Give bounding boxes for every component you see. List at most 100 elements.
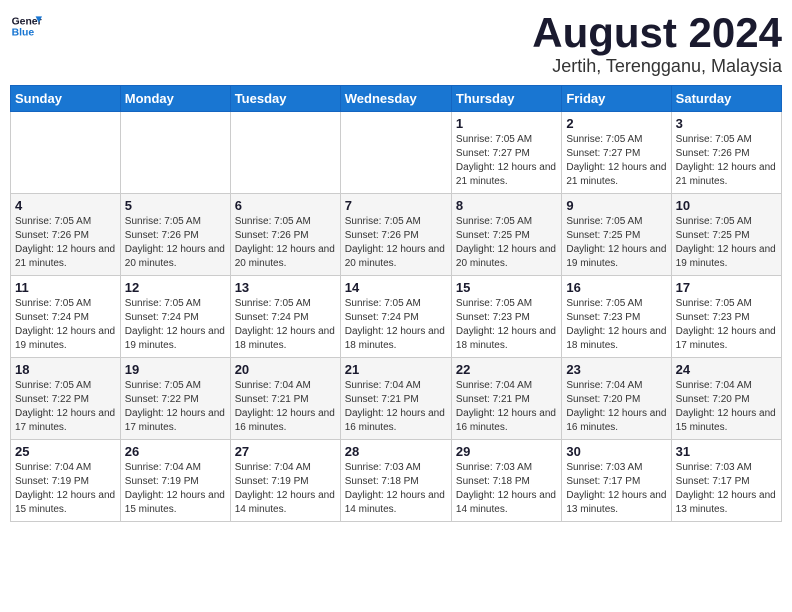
- calendar-header-row: SundayMondayTuesdayWednesdayThursdayFrid…: [11, 86, 782, 112]
- day-number: 27: [235, 444, 336, 459]
- calendar-cell: 8 Sunrise: 7:05 AM Sunset: 7:25 PM Daylig…: [451, 194, 561, 276]
- calendar-cell: 11 Sunrise: 7:05 AM Sunset: 7:24 PM Dayli…: [11, 276, 121, 358]
- day-number: 16: [566, 280, 666, 295]
- calendar-cell: 1 Sunrise: 7:05 AM Sunset: 7:27 PM Daylig…: [451, 112, 561, 194]
- calendar-table: SundayMondayTuesdayWednesdayThursdayFrid…: [10, 85, 782, 522]
- day-info: Sunrise: 7:03 AM Sunset: 7:18 PM Dayligh…: [456, 461, 557, 517]
- day-number: 28: [345, 444, 447, 459]
- calendar-cell: 29 Sunrise: 7:03 AM Sunset: 7:18 PM Dayli…: [451, 440, 561, 522]
- week-row-3: 11 Sunrise: 7:05 AM Sunset: 7:24 PM Dayli…: [11, 276, 782, 358]
- calendar-cell: 18 Sunrise: 7:05 AM Sunset: 7:22 PM Dayli…: [11, 358, 121, 440]
- day-info: Sunrise: 7:05 AM Sunset: 7:26 PM Dayligh…: [235, 215, 336, 271]
- day-info: Sunrise: 7:05 AM Sunset: 7:22 PM Dayligh…: [125, 379, 226, 435]
- calendar-cell: 9Sunrise: 7:05 AM Sunset: 7:25 PM Daylig…: [562, 194, 671, 276]
- day-number: 31: [676, 444, 777, 459]
- day-number: 7: [345, 198, 447, 213]
- day-info: Sunrise: 7:04 AM Sunset: 7:21 PM Dayligh…: [235, 379, 336, 435]
- day-info: Sunrise: 7:05 AM Sunset: 7:23 PM Dayligh…: [676, 297, 777, 353]
- calendar-cell: 15Sunrise: 7:05 AM Sunset: 7:23 PM Dayli…: [451, 276, 561, 358]
- day-number: 10: [676, 198, 777, 213]
- day-info: Sunrise: 7:05 AM Sunset: 7:23 PM Dayligh…: [566, 297, 666, 353]
- day-number: 23: [566, 362, 666, 377]
- day-number: 13: [235, 280, 336, 295]
- day-number: 6: [235, 198, 336, 213]
- day-info: Sunrise: 7:04 AM Sunset: 7:19 PM Dayligh…: [125, 461, 226, 517]
- day-number: 14: [345, 280, 447, 295]
- calendar-cell: 2 Sunrise: 7:05 AM Sunset: 7:27 PM Daylig…: [562, 112, 671, 194]
- calendar-cell: [230, 112, 340, 194]
- day-number: 3: [676, 116, 777, 131]
- week-row-5: 25 Sunrise: 7:04 AM Sunset: 7:19 PM Dayli…: [11, 440, 782, 522]
- calendar-cell: 5 Sunrise: 7:05 AM Sunset: 7:26 PM Daylig…: [120, 194, 230, 276]
- calendar-cell: [340, 112, 451, 194]
- day-info: Sunrise: 7:05 AM Sunset: 7:26 PM Dayligh…: [676, 133, 777, 189]
- day-info: Sunrise: 7:05 AM Sunset: 7:25 PM Dayligh…: [456, 215, 557, 271]
- day-number: 1: [456, 116, 557, 131]
- day-info: Sunrise: 7:05 AM Sunset: 7:27 PM Dayligh…: [456, 133, 557, 189]
- calendar-cell: 25 Sunrise: 7:04 AM Sunset: 7:19 PM Dayli…: [11, 440, 121, 522]
- day-info: Sunrise: 7:05 AM Sunset: 7:24 PM Dayligh…: [235, 297, 336, 353]
- calendar-cell: 28 Sunrise: 7:03 AM Sunset: 7:18 PM Dayli…: [340, 440, 451, 522]
- page-header: General Blue August 2024 Jertih, Terengg…: [10, 10, 782, 77]
- calendar-cell: 20 Sunrise: 7:04 AM Sunset: 7:21 PM Dayli…: [230, 358, 340, 440]
- day-number: 4: [15, 198, 116, 213]
- title-block: August 2024 Jertih, Terengganu, Malaysia: [532, 10, 782, 77]
- day-info: Sunrise: 7:05 AM Sunset: 7:27 PM Dayligh…: [566, 133, 666, 189]
- day-header-tuesday: Tuesday: [230, 86, 340, 112]
- day-number: 22: [456, 362, 557, 377]
- day-info: Sunrise: 7:04 AM Sunset: 7:21 PM Dayligh…: [456, 379, 557, 435]
- calendar-cell: 4Sunrise: 7:05 AM Sunset: 7:26 PM Daylig…: [11, 194, 121, 276]
- day-number: 29: [456, 444, 557, 459]
- day-header-sunday: Sunday: [11, 86, 121, 112]
- logo: General Blue: [10, 10, 46, 42]
- calendar-cell: 26 Sunrise: 7:04 AM Sunset: 7:19 PM Dayli…: [120, 440, 230, 522]
- day-number: 2: [566, 116, 666, 131]
- calendar-cell: 7 Sunrise: 7:05 AM Sunset: 7:26 PM Daylig…: [340, 194, 451, 276]
- day-info: Sunrise: 7:04 AM Sunset: 7:19 PM Dayligh…: [15, 461, 116, 517]
- day-info: Sunrise: 7:05 AM Sunset: 7:24 PM Dayligh…: [15, 297, 116, 353]
- calendar-cell: 3 Sunrise: 7:05 AM Sunset: 7:26 PM Daylig…: [671, 112, 781, 194]
- logo-icon: General Blue: [10, 10, 42, 42]
- calendar-cell: [120, 112, 230, 194]
- day-info: Sunrise: 7:05 AM Sunset: 7:22 PM Dayligh…: [15, 379, 116, 435]
- week-row-2: 4 Sunrise: 7:05 AM Sunset: 7:26 PM Daylig…: [11, 194, 782, 276]
- day-number: 11: [15, 280, 116, 295]
- day-info: Sunrise: 7:05 AM Sunset: 7:24 PM Dayligh…: [345, 297, 447, 353]
- day-info: Sunrise: 7:03 AM Sunset: 7:17 PM Dayligh…: [566, 461, 666, 517]
- calendar-cell: 12Sunrise: 7:05 AM Sunset: 7:24 PM Dayli…: [120, 276, 230, 358]
- day-info: Sunrise: 7:04 AM Sunset: 7:20 PM Dayligh…: [676, 379, 777, 435]
- day-info: Sunrise: 7:04 AM Sunset: 7:20 PM Dayligh…: [566, 379, 666, 435]
- day-number: 25: [15, 444, 116, 459]
- calendar-cell: 21 Sunrise: 7:04 AM Sunset: 7:21 PM Dayli…: [340, 358, 451, 440]
- day-info: Sunrise: 7:03 AM Sunset: 7:18 PM Dayligh…: [345, 461, 447, 517]
- day-info: Sunrise: 7:04 AM Sunset: 7:19 PM Dayligh…: [235, 461, 336, 517]
- calendar-cell: 19 Sunrise: 7:05 AM Sunset: 7:22 PM Dayli…: [120, 358, 230, 440]
- day-number: 30: [566, 444, 666, 459]
- day-number: 18: [15, 362, 116, 377]
- day-info: Sunrise: 7:05 AM Sunset: 7:25 PM Dayligh…: [566, 215, 666, 271]
- week-row-1: 1 Sunrise: 7:05 AM Sunset: 7:27 PM Daylig…: [11, 112, 782, 194]
- day-header-saturday: Saturday: [671, 86, 781, 112]
- day-number: 12: [125, 280, 226, 295]
- week-row-4: 18 Sunrise: 7:05 AM Sunset: 7:22 PM Dayli…: [11, 358, 782, 440]
- day-number: 21: [345, 362, 447, 377]
- day-info: Sunrise: 7:05 AM Sunset: 7:25 PM Dayligh…: [676, 215, 777, 271]
- day-number: 15: [456, 280, 557, 295]
- calendar-cell: 22 Sunrise: 7:04 AM Sunset: 7:21 PM Dayli…: [451, 358, 561, 440]
- day-number: 26: [125, 444, 226, 459]
- calendar-cell: 17Sunrise: 7:05 AM Sunset: 7:23 PM Dayli…: [671, 276, 781, 358]
- day-header-wednesday: Wednesday: [340, 86, 451, 112]
- day-number: 19: [125, 362, 226, 377]
- calendar-cell: 30 Sunrise: 7:03 AM Sunset: 7:17 PM Dayli…: [562, 440, 671, 522]
- calendar-cell: [11, 112, 121, 194]
- day-header-friday: Friday: [562, 86, 671, 112]
- day-info: Sunrise: 7:05 AM Sunset: 7:26 PM Dayligh…: [125, 215, 226, 271]
- day-number: 5: [125, 198, 226, 213]
- day-info: Sunrise: 7:05 AM Sunset: 7:26 PM Dayligh…: [345, 215, 447, 271]
- day-header-thursday: Thursday: [451, 86, 561, 112]
- day-info: Sunrise: 7:04 AM Sunset: 7:21 PM Dayligh…: [345, 379, 447, 435]
- day-number: 20: [235, 362, 336, 377]
- day-number: 8: [456, 198, 557, 213]
- calendar-cell: 10 Sunrise: 7:05 AM Sunset: 7:25 PM Dayli…: [671, 194, 781, 276]
- calendar-cell: 27 Sunrise: 7:04 AM Sunset: 7:19 PM Dayli…: [230, 440, 340, 522]
